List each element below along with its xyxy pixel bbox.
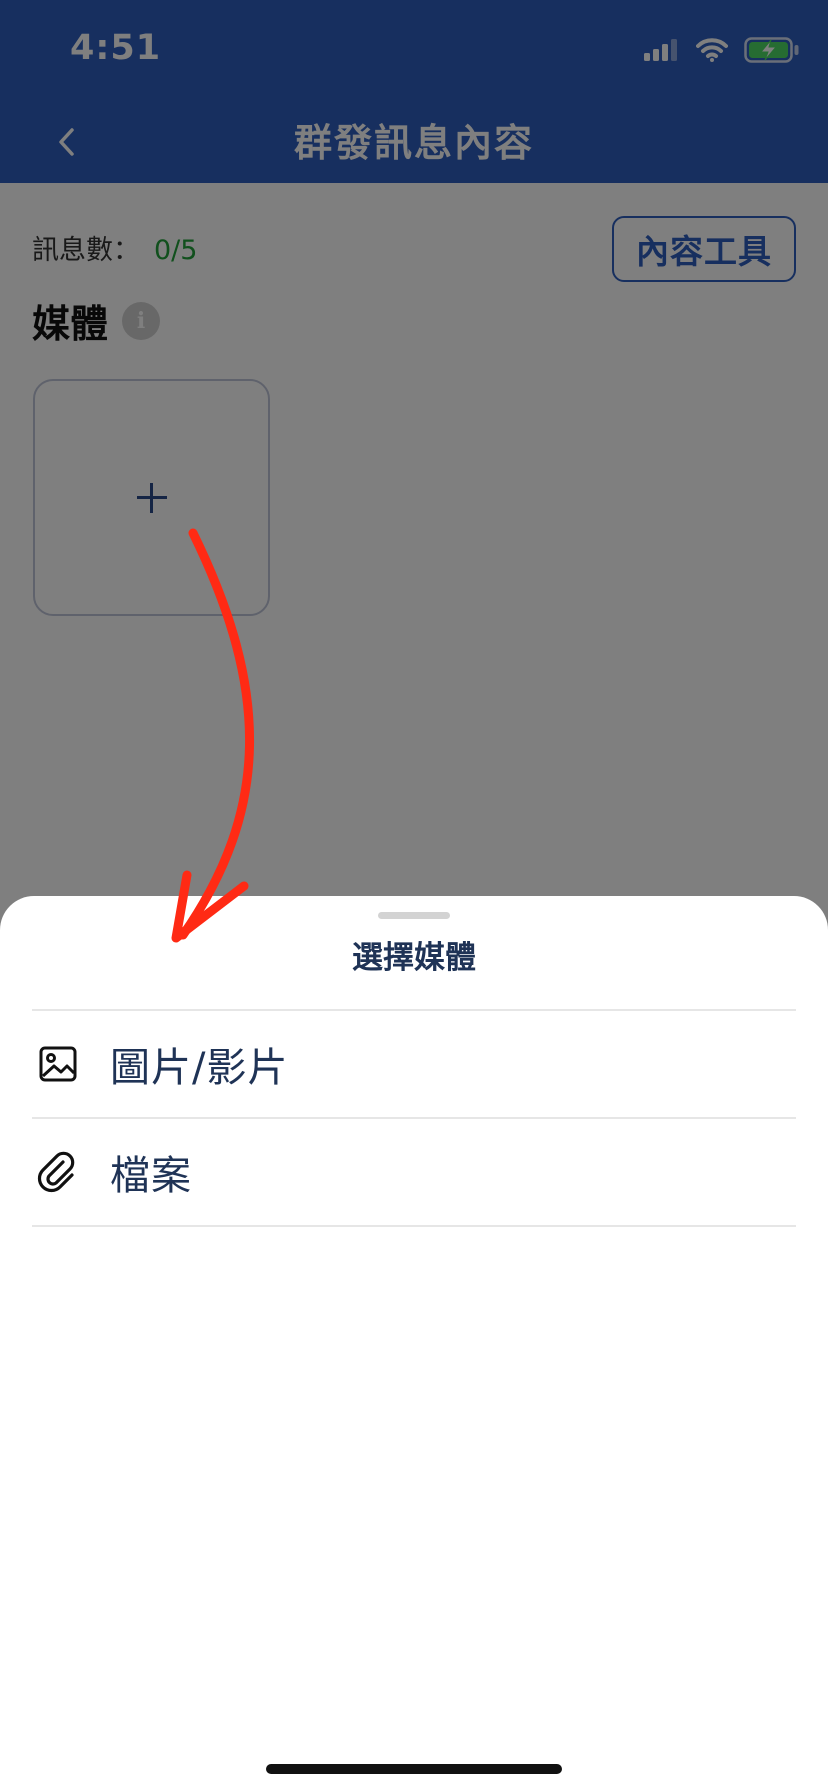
option-label: 圖片/影片	[110, 1045, 289, 1091]
option-file[interactable]: 檔案	[32, 1119, 796, 1227]
sheet-title: 選擇媒體	[352, 940, 476, 976]
paperclip-icon	[36, 1150, 80, 1194]
select-media-sheet: 選擇媒體 圖片/影片 檔案	[0, 896, 828, 1792]
drag-handle[interactable]	[378, 912, 450, 919]
option-label: 檔案	[110, 1153, 192, 1199]
option-image-video[interactable]: 圖片/影片	[32, 1011, 796, 1119]
image-icon	[36, 1042, 80, 1086]
home-indicator[interactable]	[266, 1764, 562, 1774]
screen: 4:51	[0, 0, 828, 1792]
